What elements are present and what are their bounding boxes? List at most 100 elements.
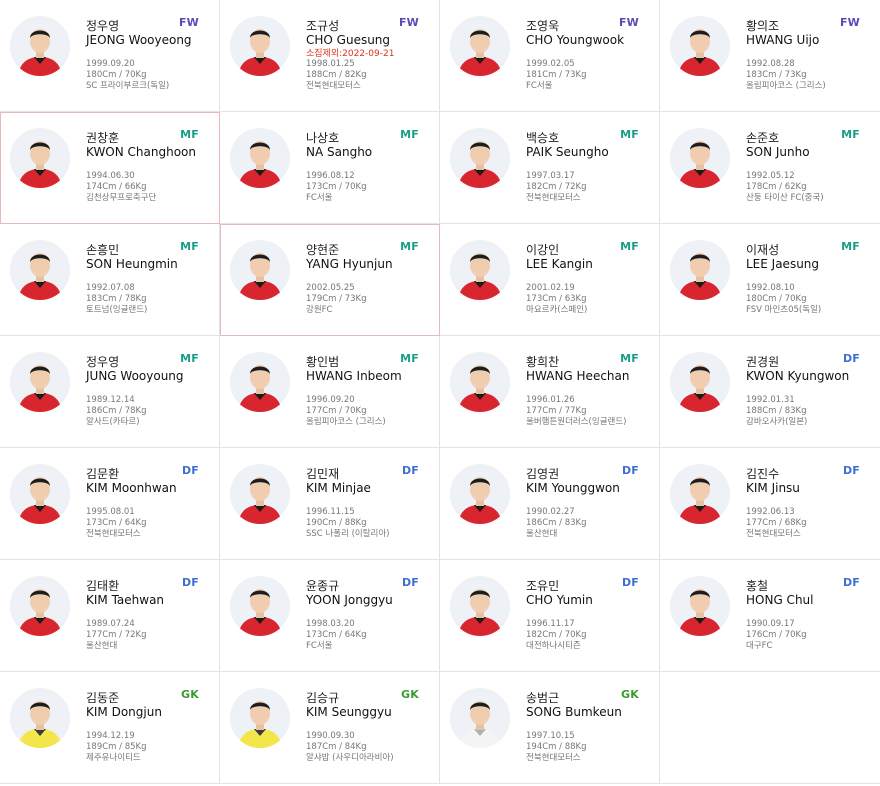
player-card[interactable]: GK 김승규 KIM Seunggyu 1990.09.30 187Cm / 84Kg 알… bbox=[220, 672, 440, 784]
birth-date: 2001.02.19 bbox=[526, 283, 575, 293]
player-card[interactable]: MF 정우영 JUNG Wooyoung 1989.12.14 186Cm / 78Kg… bbox=[0, 336, 220, 448]
height-weight: 177Cm / 72Kg bbox=[86, 630, 147, 640]
player-name-korean: 김민재 bbox=[306, 467, 340, 481]
player-photo bbox=[670, 576, 730, 636]
birth-date: 1995.08.01 bbox=[86, 507, 135, 517]
height-weight: 177Cm / 70Kg bbox=[306, 406, 367, 416]
height-weight: 188Cm / 82Kg bbox=[306, 70, 367, 80]
club-name: 전북현대모터스 bbox=[526, 753, 581, 763]
player-card[interactable]: MF 황인범 HWANG Inbeom 1996.09.20 177Cm / 70Kg 올… bbox=[220, 336, 440, 448]
player-card[interactable]: DF 조유민 CHO Yumin 1996.11.17 182Cm / 70Kg 대전하나… bbox=[440, 560, 660, 672]
height-weight: 173Cm / 63Kg bbox=[526, 294, 587, 304]
player-name-english: KWON Changhoon bbox=[86, 145, 196, 159]
position-badge: FW bbox=[178, 16, 199, 29]
player-name-korean: 정우영 bbox=[86, 19, 120, 33]
height-weight: 194Cm / 88Kg bbox=[526, 742, 587, 752]
birth-date: 1996.01.26 bbox=[526, 395, 575, 405]
height-weight: 189Cm / 85Kg bbox=[86, 742, 147, 752]
player-card[interactable]: MF 황희찬 HWANG Heechan 1996.01.26 177Cm / 77Kg… bbox=[440, 336, 660, 448]
height-weight: 173Cm / 64Kg bbox=[86, 518, 147, 528]
player-name-english: CHO Youngwook bbox=[526, 33, 625, 47]
birth-date: 1992.05.12 bbox=[746, 171, 795, 181]
birth-date: 1990.09.17 bbox=[746, 619, 795, 629]
player-card[interactable]: MF 이재성 LEE Jaesung 1992.08.10 180Cm / 70Kg FS… bbox=[660, 224, 880, 336]
club-name: 울버햄튼원더러스(잉글랜드) bbox=[526, 417, 627, 427]
birth-date: 1999.09.20 bbox=[86, 59, 135, 69]
player-photo bbox=[10, 688, 70, 748]
player-photo bbox=[670, 352, 730, 412]
height-weight: 180Cm / 70Kg bbox=[746, 294, 807, 304]
player-card[interactable]: FW 정우영 JEONG Wooyeong 1999.09.20 180Cm / 70K… bbox=[0, 0, 220, 112]
position-badge: DF bbox=[842, 352, 860, 365]
player-card[interactable]: MF 손준호 SON Junho 1992.05.12 178Cm / 62Kg 산둥 타… bbox=[660, 112, 880, 224]
height-weight: 181Cm / 73Kg bbox=[526, 70, 587, 80]
player-card[interactable]: DF 홍철 HONG Chul 1990.09.17 176Cm / 70Kg 대구FC bbox=[660, 560, 880, 672]
player-card[interactable]: GK 김동준 KIM Dongjun 1994.12.19 189Cm / 85Kg 제주… bbox=[0, 672, 220, 784]
player-info: 1996.11.15 190Cm / 88Kg SSC 나폴리 (이탈리아) bbox=[306, 507, 390, 540]
player-card[interactable]: DF 윤종규 YOON Jonggyu 1998.03.20 173Cm / 64Kg F… bbox=[220, 560, 440, 672]
club-name: 대전하나시티즌 bbox=[526, 641, 581, 651]
birth-date: 2002.05.25 bbox=[306, 283, 355, 293]
position-badge: MF bbox=[620, 240, 639, 253]
position-badge: GK bbox=[621, 688, 639, 701]
player-name-english: HWANG Heechan bbox=[526, 369, 630, 383]
player-card[interactable]: MF 백승호 PAIK Seungho 1997.03.17 182Cm / 72Kg 전… bbox=[440, 112, 660, 224]
player-card[interactable]: MF 양현준 YANG Hyunjun 2002.05.25 179Cm / 73Kg 강… bbox=[220, 224, 440, 336]
player-name-english: HWANG Inbeom bbox=[306, 369, 402, 383]
player-info: 1992.01.31 188Cm / 83Kg 감바오사카(일본) bbox=[746, 395, 807, 428]
club-name: SSC 나폴리 (이탈리아) bbox=[306, 529, 390, 539]
player-card[interactable]: DF 김문환 KIM Moonhwan 1995.08.01 173Cm / 64Kg 전… bbox=[0, 448, 220, 560]
player-info: 1996.11.17 182Cm / 70Kg 대전하나시티즌 bbox=[526, 619, 587, 652]
player-card[interactable]: DF 김영권 KIM Younggwon 1990.02.27 186Cm / 83Kg… bbox=[440, 448, 660, 560]
player-photo bbox=[230, 240, 290, 300]
player-photo bbox=[450, 16, 510, 76]
excluded-note: 소집제외:2022-09-21 bbox=[306, 49, 395, 59]
player-name-english: NA Sangho bbox=[306, 145, 373, 159]
player-name-english: JUNG Wooyoung bbox=[86, 369, 184, 383]
birth-date: 1998.03.20 bbox=[306, 619, 355, 629]
position-badge: MF bbox=[620, 128, 639, 141]
position-badge: MF bbox=[400, 240, 419, 253]
player-card[interactable]: DF 김민재 KIM Minjae 1996.11.15 190Cm / 88Kg SSC… bbox=[220, 448, 440, 560]
player-card[interactable]: MF 손흥민 SON Heungmin 1992.07.08 183Cm / 78Kg 토… bbox=[0, 224, 220, 336]
club-name: 산둥 타이산 FC(중국) bbox=[746, 193, 824, 203]
player-card[interactable]: MF 권창훈 KWON Changhoon 1994.06.30 174Cm / 66K… bbox=[0, 112, 220, 224]
player-name-korean: 황인범 bbox=[306, 355, 340, 369]
player-photo bbox=[450, 240, 510, 300]
player-card[interactable]: DF 김진수 KIM Jinsu 1992.06.13 177Cm / 68Kg 전북현대… bbox=[660, 448, 880, 560]
club-name: 알샤밥 (사우디아라비아) bbox=[306, 753, 394, 763]
player-card[interactable]: DF 권경원 KWON Kyungwon 1992.01.31 188Cm / 83Kg… bbox=[660, 336, 880, 448]
player-card[interactable]: FW 조규성 CHO Guesung 소집제외:2022-09-21 1998.01.2… bbox=[220, 0, 440, 112]
player-name-korean: 권창훈 bbox=[86, 131, 120, 145]
height-weight: 182Cm / 70Kg bbox=[526, 630, 587, 640]
player-photo bbox=[10, 576, 70, 636]
player-card[interactable]: GK 송범근 SONG Bumkeun 1997.10.15 194Cm / 88Kg 전… bbox=[440, 672, 660, 784]
birth-date: 1992.06.13 bbox=[746, 507, 795, 517]
player-info: 1998.03.20 173Cm / 64Kg FC서울 bbox=[306, 619, 367, 652]
position-badge: MF bbox=[180, 352, 199, 365]
player-name-korean: 조유민 bbox=[526, 579, 560, 593]
player-card[interactable]: FW 황의조 HWANG Uijo 1992.08.28 183Cm / 73Kg 올림피… bbox=[660, 0, 880, 112]
player-photo bbox=[670, 464, 730, 524]
player-photo bbox=[230, 16, 290, 76]
club-name: FSV 마인츠05(독일) bbox=[746, 305, 822, 315]
player-card[interactable]: MF 이강인 LEE Kangin 2001.02.19 173Cm / 63Kg 마요르… bbox=[440, 224, 660, 336]
player-info: 2001.02.19 173Cm / 63Kg 마요르카(스페인) bbox=[526, 283, 587, 316]
player-photo bbox=[10, 240, 70, 300]
player-info: 1997.03.17 182Cm / 72Kg 전북현대모터스 bbox=[526, 171, 587, 204]
birth-date: 1996.11.17 bbox=[526, 619, 575, 629]
player-photo bbox=[670, 16, 730, 76]
player-info: 1994.12.19 189Cm / 85Kg 제주유나이티드 bbox=[86, 731, 147, 764]
height-weight: 188Cm / 83Kg bbox=[746, 406, 807, 416]
player-card[interactable]: DF 김태환 KIM Taehwan 1989.07.24 177Cm / 72Kg 울산… bbox=[0, 560, 220, 672]
player-card[interactable]: MF 나상호 NA Sangho 1996.08.12 173Cm / 70Kg FC서울 bbox=[220, 112, 440, 224]
birth-date: 1997.03.17 bbox=[526, 171, 575, 181]
player-card[interactable]: FW 조영욱 CHO Youngwook 1999.02.05 181Cm / 73Kg… bbox=[440, 0, 660, 112]
club-name: FC서울 bbox=[526, 81, 553, 91]
height-weight: 178Cm / 62Kg bbox=[746, 182, 807, 192]
club-name: SC 프라이부르크(독일) bbox=[86, 81, 170, 91]
player-name-english: KIM Minjae bbox=[306, 481, 371, 495]
club-name: 제주유나이티드 bbox=[86, 753, 141, 763]
height-weight: 179Cm / 73Kg bbox=[306, 294, 367, 304]
club-name: 전북현대모터스 bbox=[526, 193, 581, 203]
